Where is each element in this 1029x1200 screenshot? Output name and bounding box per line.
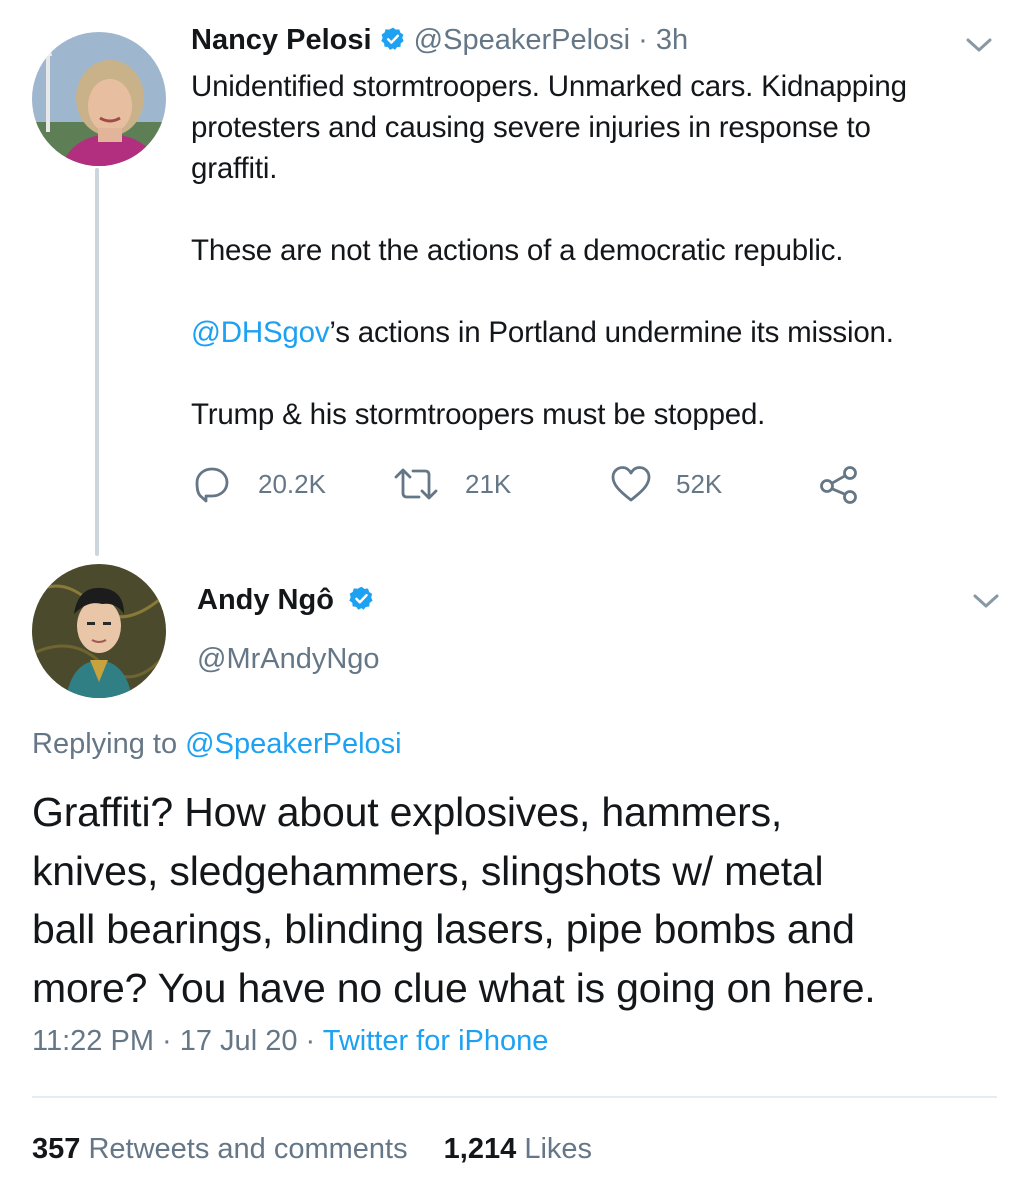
retweets-stat[interactable]: 357 Retweets and comments: [32, 1133, 416, 1165]
tweet1-header: Nancy Pelosi @SpeakerPelosi · 3h: [191, 24, 688, 60]
tweet1-line: Unidentified stormtroopers. Unmarked car…: [191, 70, 907, 103]
ngo-avatar-image: [32, 564, 166, 698]
like-count: 52K: [676, 468, 723, 499]
tweet2-author: Andy Ngô: [197, 584, 375, 620]
verified-icon: [380, 26, 406, 60]
pelosi-avatar[interactable]: [32, 32, 166, 166]
tweet1-time[interactable]: · 3h: [638, 24, 688, 56]
divider: [32, 1096, 997, 1098]
tweet1-line: Trump & his stormtroopers must be stoppe…: [191, 398, 766, 431]
pelosi-avatar-image: [32, 32, 166, 166]
tweet1-line: graffiti.: [191, 152, 278, 185]
replying-to-label: Replying to: [32, 728, 178, 760]
tweet1-line-rest: ’s actions in Portland undermine its mis…: [329, 316, 894, 349]
share-icon: [820, 466, 857, 504]
tweet2-timestamp[interactable]: 11:22 PM · 17 Jul 20 ·: [32, 1025, 315, 1057]
tweet2-line: ball bearings, blinding lasers, pipe bom…: [32, 906, 855, 952]
chevron-down-icon[interactable]: [964, 36, 994, 61]
replying-to: Replying to @SpeakerPelosi: [32, 728, 402, 761]
likes-label: Likes: [524, 1133, 593, 1165]
share-button[interactable]: [818, 462, 860, 506]
tweet2-text: Graffiti? How about explosives, hammers,…: [32, 783, 1007, 1017]
tweet2-client-link[interactable]: Twitter for iPhone: [323, 1025, 549, 1057]
dhs-mention-link[interactable]: @DHSgov: [191, 316, 330, 349]
tweet2-line: Graffiti? How about explosives, hammers,: [32, 789, 783, 835]
tweet2-line: more? You have no clue what is going on …: [32, 964, 876, 1011]
tweet1-line: These are not the actions of a democrati…: [191, 234, 844, 267]
like-button[interactable]: 52K: [610, 462, 722, 506]
tweet2-stats: 357 Retweets and comments 1,214 Likes: [32, 1133, 592, 1166]
retweets-label: Retweets and comments: [88, 1133, 408, 1165]
tweet2-author-name[interactable]: Andy Ngô: [197, 584, 334, 616]
tweet2-meta: 11:22 PM · 17 Jul 20 · Twitter for iPhon…: [32, 1025, 548, 1058]
tweet1-handle[interactable]: @SpeakerPelosi: [414, 24, 630, 56]
like-icon: [611, 466, 651, 502]
retweet-count: 21K: [465, 468, 512, 499]
tweet1-actions: 20.2K 21K 52K: [0, 462, 1029, 506]
reply-count: 20.2K: [258, 468, 326, 499]
tweet1-line: protesters and causing severe injuries i…: [191, 111, 871, 144]
tweet1-line: @DHSgov’s actions in Portland undermine …: [191, 312, 991, 353]
tweet1-text: Unidentified stormtroopers. Unmarked car…: [191, 66, 991, 435]
replying-to-handle-link[interactable]: @SpeakerPelosi: [185, 728, 401, 760]
tweet2-line: knives, sledgehammers, slingshots w/ met…: [32, 847, 824, 894]
reply-icon: [195, 467, 229, 503]
retweet-icon: [394, 468, 438, 500]
retweet-button[interactable]: 21K: [393, 462, 511, 506]
likes-stat[interactable]: 1,214 Likes: [444, 1133, 592, 1165]
retweets-count: 357: [32, 1133, 81, 1165]
ngo-avatar[interactable]: [32, 564, 166, 698]
likes-count: 1,214: [443, 1133, 517, 1165]
verified-icon: [348, 585, 375, 620]
tweet2-handle[interactable]: @MrAndyNgo: [197, 643, 380, 676]
tweet1-author-name[interactable]: Nancy Pelosi: [191, 24, 372, 56]
chevron-down-icon[interactable]: [971, 592, 1001, 617]
reply-button[interactable]: 20.2K: [192, 462, 326, 506]
